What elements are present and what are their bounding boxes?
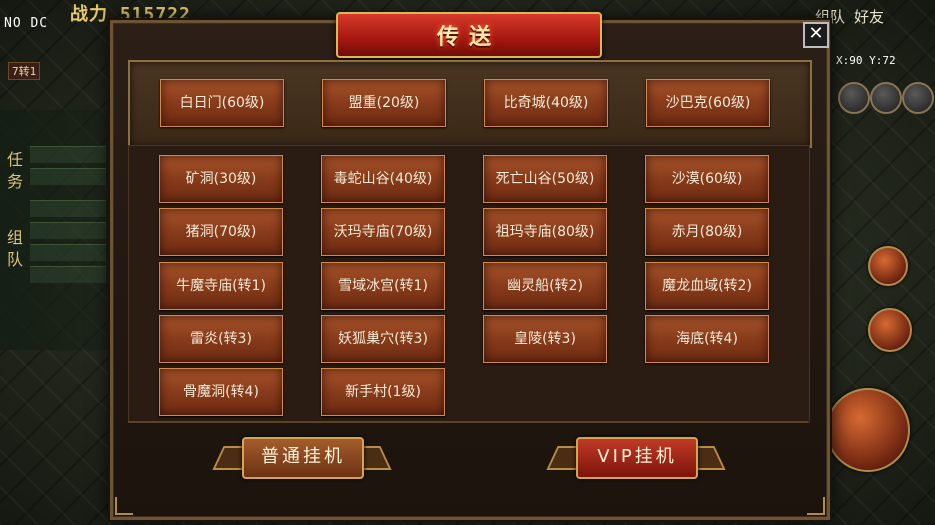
teleport-destination-button[interactable]: 雷炎(转3) [159, 315, 283, 363]
teleport-destination-button[interactable]: 皇陵(转3) [483, 315, 607, 363]
team-tab-char-2[interactable]: 队 [4, 250, 26, 270]
quest-row[interactable] [30, 266, 106, 283]
teleport-destination-button[interactable]: 矿洞(30级) [159, 155, 283, 203]
menu-round-icon[interactable] [870, 82, 902, 114]
quest-row[interactable] [30, 146, 106, 163]
skill-icon[interactable] [868, 308, 912, 352]
quest-row[interactable] [30, 222, 106, 239]
teleport-destination-button[interactable]: 牛魔寺庙(转1) [159, 262, 283, 310]
teleport-destination-button[interactable]: 死亡山谷(50级) [483, 155, 607, 203]
teleport-destination-button[interactable]: 猪洞(70级) [159, 208, 283, 256]
teleport-destination-button[interactable]: 毒蛇山谷(40级) [321, 155, 445, 203]
attack-icon[interactable] [826, 388, 910, 472]
teleport-destination-button[interactable]: 祖玛寺庙(80级) [483, 208, 607, 256]
menu-round-icon[interactable] [902, 82, 934, 114]
quest-row[interactable] [30, 200, 106, 217]
teleport-destination-button[interactable]: 雪域冰宫(转1) [321, 262, 445, 310]
quest-sidebar[interactable]: 任 务 组 队 [0, 110, 108, 350]
teleport-destination-button[interactable]: 骨魔洞(转4) [159, 368, 283, 416]
teleport-destination-button[interactable]: 沙漠(60级) [645, 155, 769, 203]
quest-row[interactable] [30, 244, 106, 261]
normal-afk-button[interactable]: 普通挂机 [242, 437, 364, 479]
teleport-destination-button[interactable]: 魔龙血域(转2) [645, 262, 769, 310]
teleport-destination-button[interactable]: 海底(转4) [645, 315, 769, 363]
frame-corner-ornament [115, 497, 133, 515]
teleport-destination-button[interactable]: 新手村(1级) [321, 368, 445, 416]
teleport-destination-button[interactable]: 沃玛寺庙(70级) [321, 208, 445, 256]
teleport-destination-button[interactable]: 妖狐巢穴(转3) [321, 315, 445, 363]
teleport-destination-button[interactable]: 幽灵船(转2) [483, 262, 607, 310]
team-tab-char-1[interactable]: 组 [4, 228, 26, 248]
vip-afk-button[interactable]: VIP挂机 [576, 437, 698, 479]
quest-tab-char-2[interactable]: 务 [4, 172, 26, 192]
skill-icon[interactable] [868, 246, 908, 286]
teleport-baidimen-button[interactable]: 白日门(60级) [160, 79, 284, 127]
close-button[interactable]: ✕ [803, 22, 829, 48]
debug-label: NO DC [4, 16, 49, 31]
dialog-title: 传送 [436, 24, 501, 50]
dialog-title-banner: 传送 [336, 12, 602, 58]
frame-corner-ornament [807, 497, 825, 515]
teleport-biqi-button[interactable]: 比奇城(40级) [484, 79, 608, 127]
teleport-shabake-button[interactable]: 沙巴克(60级) [646, 79, 770, 127]
teleport-destination-button[interactable]: 赤月(80级) [645, 208, 769, 256]
section-divider [128, 421, 808, 423]
menu-round-icon[interactable] [838, 82, 870, 114]
level-badge: 7转1 [8, 62, 41, 80]
coordinates: X:90 Y:72 [836, 54, 896, 67]
quest-row[interactable] [30, 168, 106, 185]
teleport-mengzhong-button[interactable]: 盟重(20级) [322, 79, 446, 127]
quest-tab-char-1[interactable]: 任 [4, 150, 26, 170]
